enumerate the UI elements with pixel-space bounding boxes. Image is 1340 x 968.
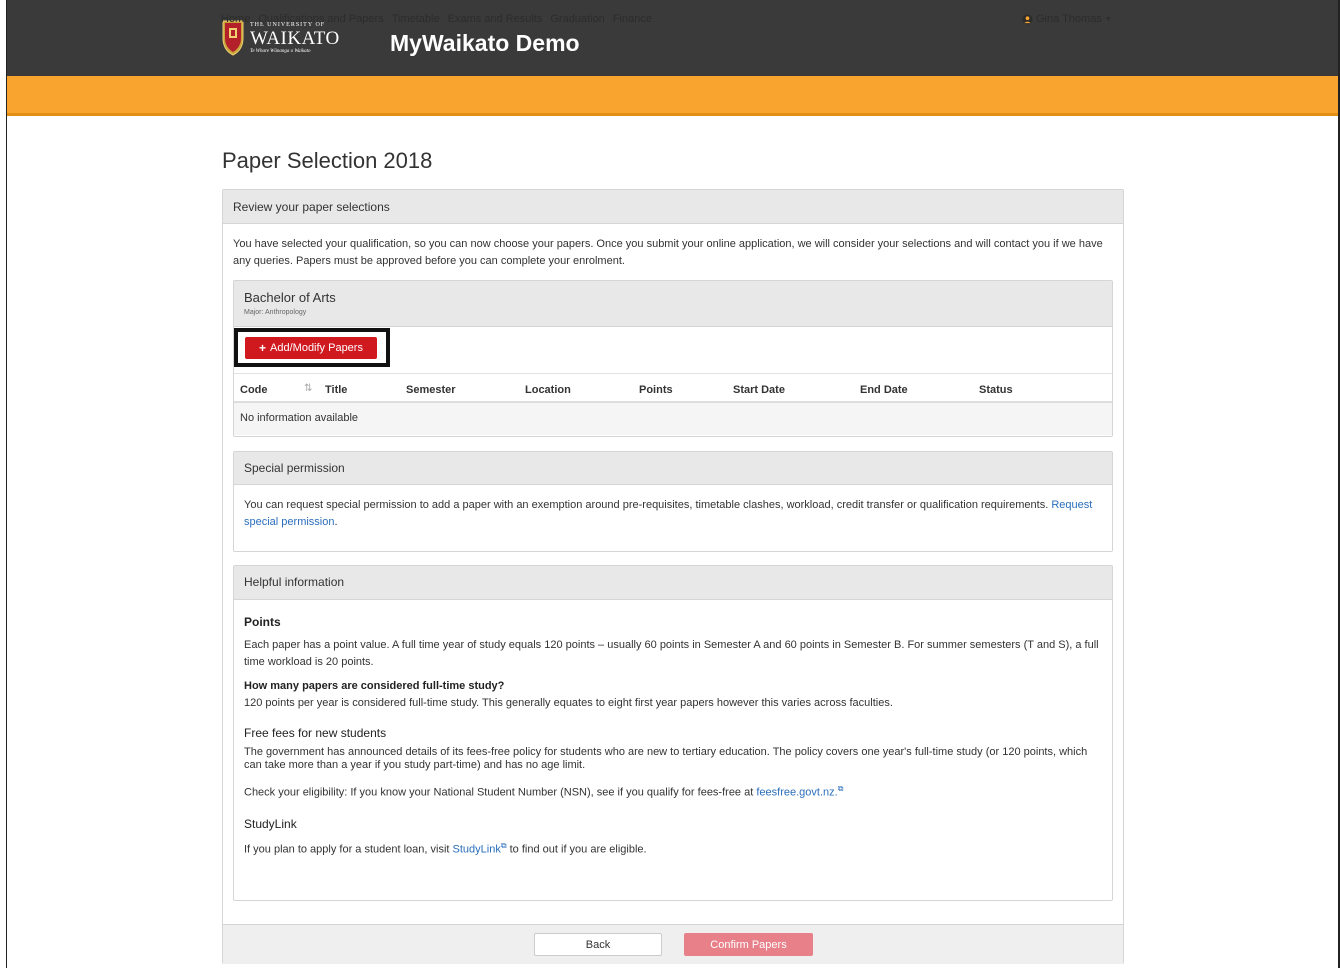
special-permission-period: . [334, 516, 338, 528]
special-permission-title: Special permission [234, 452, 1112, 485]
empty-table-message: No information available [234, 403, 1112, 435]
app-title: MyWaikato Demo [390, 30, 580, 56]
studylink-before: If you plan to apply for a student loan,… [244, 843, 450, 856]
fulltime-heading: How many papers are considered full-time… [244, 680, 505, 692]
helpful-info-body: Points Each paper has a point value. A f… [234, 600, 1112, 870]
col-points[interactable]: Points [639, 384, 673, 396]
nav-qualifications[interactable]: Qualifications and Papers [258, 13, 383, 25]
fees-text: The government has announced details of … [244, 746, 1088, 771]
back-button[interactable]: Back [534, 933, 662, 956]
add-modify-label: Add/Modify Papers [270, 342, 363, 354]
user-menu[interactable]: Gina Thomas ▼ [1022, 13, 1112, 25]
logo-line-2: WAIKATO [250, 28, 340, 49]
external-link-icon: ⧉ [500, 840, 507, 850]
university-logo[interactable]: THE UNIVERSITY OF WAIKATO Te Whare Wānan… [222, 20, 340, 56]
special-permission-panel: Special permission You can request speci… [233, 451, 1113, 552]
eligibility-text: Check your eligibility: If you know your… [244, 786, 754, 799]
col-semester[interactable]: Semester [406, 384, 456, 396]
caret-down-icon: ▼ [1104, 15, 1112, 23]
add-modify-papers-button[interactable]: + Add/Modify Papers [245, 337, 377, 359]
col-title[interactable]: Title [325, 384, 347, 396]
col-end-date[interactable]: End Date [860, 384, 908, 396]
panel-footer: Back Confirm Papers [223, 924, 1123, 964]
special-permission-text: You can request special permission to ad… [244, 499, 1049, 511]
window-left-edge [0, 0, 7, 968]
col-status[interactable]: Status [979, 384, 1013, 396]
nav-exams[interactable]: Exams and Results [448, 13, 543, 25]
papers-table-header: Code ⇅ Title Semester Location Points St… [234, 373, 1112, 403]
special-permission-body: You can request special permission to ad… [234, 485, 1112, 543]
main-nav [7, 76, 1338, 116]
confirm-papers-button[interactable]: Confirm Papers [684, 933, 813, 956]
user-circle-icon [1022, 13, 1033, 25]
logo-line-3: Te Whare Wānanga o Waikato [250, 49, 311, 54]
studylink-link[interactable]: StudyLink [453, 843, 501, 855]
col-location[interactable]: Location [525, 384, 571, 396]
col-start-date[interactable]: Start Date [733, 384, 785, 396]
qualification-name: Bachelor of Arts [244, 290, 336, 305]
nav-finance[interactable]: Finance [613, 13, 652, 25]
nav-menu: Home Qualifications and Papers Timetable… [221, 13, 652, 25]
review-panel-title: Review your paper selections [223, 190, 1123, 224]
helpful-info-title: Helpful information [234, 566, 1112, 600]
user-name: Gina Thomas [1036, 13, 1102, 25]
nav-timetable[interactable]: Timetable [392, 13, 440, 25]
fulltime-text: 120 points per year is considered full-t… [244, 697, 893, 709]
points-text: Each paper has a point value. A full tim… [244, 639, 1099, 668]
sort-icon[interactable]: ⇅ [304, 383, 312, 394]
fees-heading: Free fees for new students [244, 726, 387, 740]
review-panel: Review your paper selections You have se… [222, 189, 1124, 964]
col-code[interactable]: Code [240, 384, 268, 396]
nav-home[interactable]: Home [221, 13, 250, 25]
external-link-icon: ⧉ [837, 784, 844, 793]
nav-graduation[interactable]: Graduation [550, 13, 604, 25]
studylink-after: to find out if you are eligible. [509, 843, 647, 856]
qualification-header: Bachelor of Arts Major: Anthropology [234, 281, 1112, 327]
qualification-panel: Bachelor of Arts Major: Anthropology + A… [233, 280, 1113, 437]
studylink-heading: StudyLink [244, 816, 297, 831]
helpful-info-panel: Helpful information Points Each paper ha… [233, 565, 1113, 901]
page-title: Paper Selection 2018 [222, 148, 433, 173]
points-heading: Points [244, 615, 281, 629]
intro-text: You have selected your qualification, so… [233, 238, 1103, 267]
plus-icon: + [259, 341, 267, 355]
top-header [7, 0, 1338, 76]
qualification-major: Major: Anthropology [244, 309, 307, 316]
crest-icon [222, 20, 244, 56]
feesfree-link[interactable]: feesfree.govt.nz. [756, 787, 837, 799]
